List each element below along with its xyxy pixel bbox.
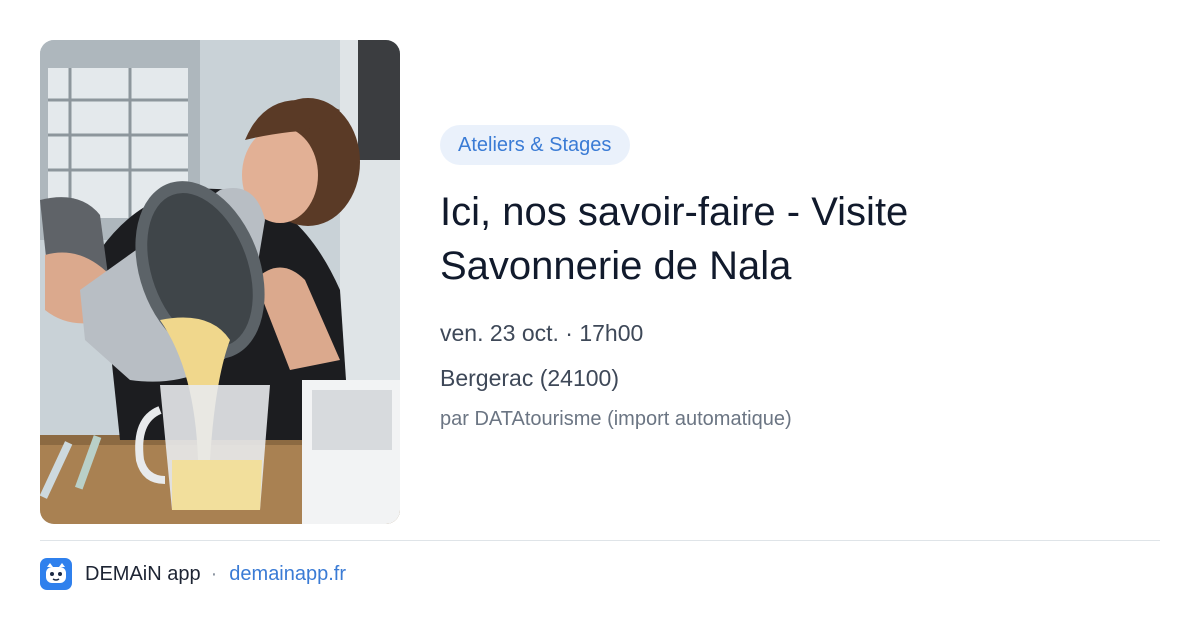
domain-link[interactable]: demainapp.fr [229, 563, 346, 586]
event-photo [40, 40, 400, 524]
category-chip[interactable]: Ateliers & Stages [440, 125, 631, 165]
event-date-time: ven. 23 oct. · 17h00 [440, 320, 644, 346]
demain-app-icon [40, 558, 72, 590]
event-title[interactable]: Ici, nos savoir-faire - Visite Savonneri… [440, 185, 1040, 293]
event-location: Bergerac (24100) [440, 365, 619, 391]
footer-separator: · [210, 562, 218, 585]
event-source: par DATAtourisme (import automatique) [440, 408, 792, 430]
footer-divider [40, 540, 1160, 541]
app-name: DEMAiN app [85, 562, 201, 585]
footer: DEMAiN app · demainapp.fr [40, 558, 346, 590]
event-info: Ateliers & Stages Ici, nos savoir-faire … [440, 125, 1160, 432]
